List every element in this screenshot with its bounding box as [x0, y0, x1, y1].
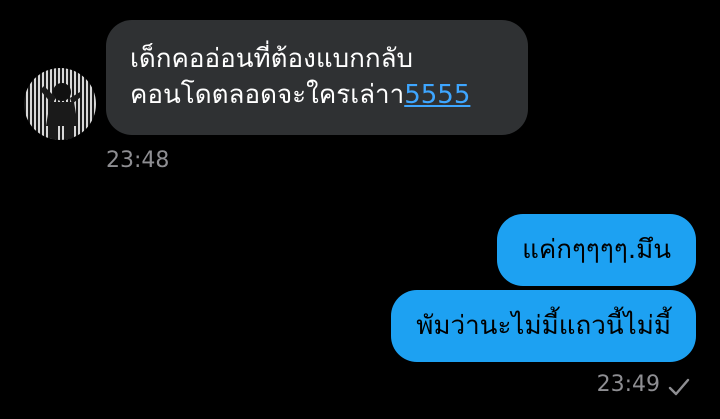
outgoing-message-bubble[interactable]: แค่กๆๆๆๆ.มึน: [497, 214, 696, 286]
incoming-message-line-2: คอนโดตลอดจะใครเล่าา5555: [130, 77, 504, 113]
contact-avatar[interactable]: [24, 68, 96, 140]
incoming-message-text: คอนโดตลอดจะใครเล่าา: [130, 80, 405, 110]
outgoing-message-bubble[interactable]: พัมว่านะไม่มี้แถวนี้ไม่มี้: [391, 290, 696, 362]
incoming-message-line-1: เด็กคออ่อนที่ต้องแบกกลับ: [130, 44, 414, 74]
outgoing-message-timestamp: 23:49: [596, 372, 660, 397]
incoming-message-link[interactable]: 5555: [404, 80, 470, 110]
incoming-message-bubble[interactable]: เด็กคออ่อนที่ต้องแบกกลับ คอนโดตลอดจะใครเ…: [106, 20, 528, 135]
avatar-photo: [40, 83, 82, 140]
incoming-message-timestamp: 23:48: [106, 148, 170, 173]
checkmark-icon: [668, 378, 690, 396]
